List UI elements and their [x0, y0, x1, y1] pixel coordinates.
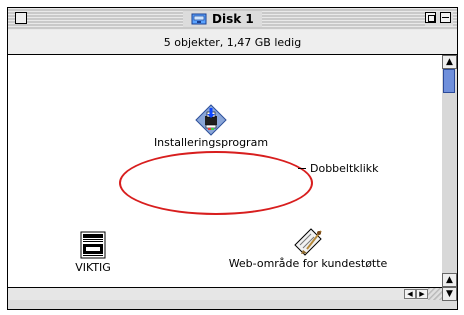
window-content: Installeringsprogram VIKTIG Web-område f…: [8, 55, 444, 300]
scroll-down-button[interactable]: ▼: [442, 287, 457, 301]
status-bar: 5 objekter, 1,47 GB ledig: [8, 30, 457, 55]
window-title: Disk 1: [212, 12, 254, 26]
viktig-label: VIKTIG: [75, 261, 111, 274]
web-support-item[interactable]: Web-område for kundestøtte: [223, 223, 393, 270]
title-bar[interactable]: Disk 1: [8, 8, 457, 31]
title-controls: [425, 12, 453, 26]
window-title-area: Disk 1: [183, 11, 262, 27]
hint-text: Dobbeltklikk: [310, 162, 379, 175]
double-click-hint: Dobbeltklikk: [298, 162, 379, 175]
highlight-oval: [119, 151, 313, 215]
scroll-up-button[interactable]: ▲: [442, 55, 457, 69]
installer-icon[interactable]: [195, 104, 227, 136]
web-link-icon[interactable]: [291, 223, 325, 257]
document-icon[interactable]: [77, 229, 109, 261]
zoom-box[interactable]: [425, 12, 436, 23]
collapse-box[interactable]: [440, 12, 451, 23]
vertical-scrollbar[interactable]: ▲ ▲ ▼: [442, 55, 457, 301]
hint-line: [298, 168, 306, 169]
resize-grip[interactable]: [428, 288, 443, 300]
close-box[interactable]: [15, 12, 27, 24]
scroll-up-button-lower[interactable]: ▲: [442, 273, 457, 287]
installer-label: Installeringsprogram: [153, 136, 269, 149]
viktig-item[interactable]: VIKTIG: [63, 229, 123, 274]
horizontal-scrollbar[interactable]: ◀ ▶: [8, 287, 443, 300]
web-support-label: Web-område for kundestøtte: [228, 257, 388, 270]
scroll-thumb[interactable]: [443, 69, 455, 93]
scroll-left-button[interactable]: ◀: [404, 289, 416, 299]
finder-window: Disk 1 5 objekter, 1,47 GB ledig Install…: [7, 7, 458, 310]
scroll-right-button[interactable]: ▶: [416, 289, 428, 299]
disk-icon: [191, 12, 207, 26]
installer-item[interactable]: Installeringsprogram: [148, 104, 274, 149]
status-text: 5 objekter, 1,47 GB ledig: [163, 35, 302, 49]
